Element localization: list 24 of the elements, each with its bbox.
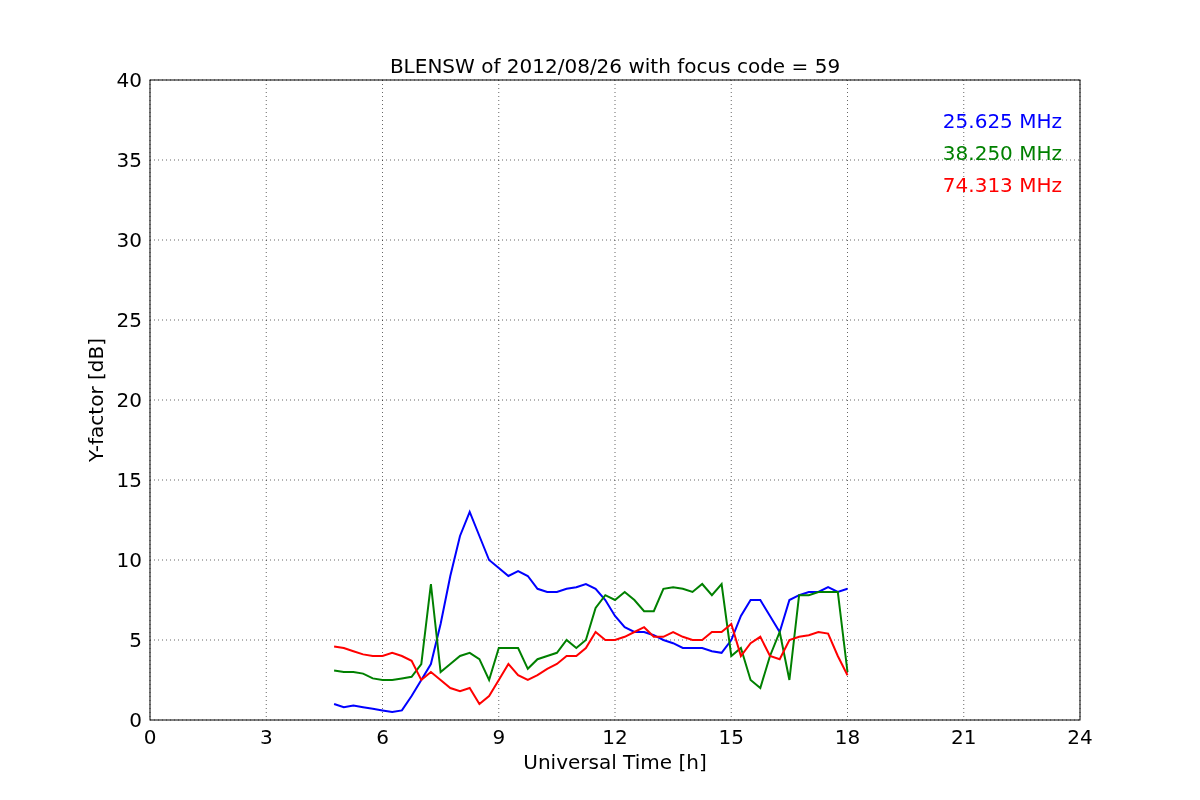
x-tick-label: 15: [718, 725, 744, 749]
legend-label: 25.625 MHz: [942, 109, 1062, 133]
y-tick-label: 5: [129, 628, 142, 652]
y-tick-label: 25: [116, 308, 142, 332]
x-tick-label: 24: [1067, 725, 1093, 749]
y-tick-label: 15: [116, 468, 142, 492]
x-axis-label: Universal Time [h]: [523, 750, 707, 774]
y-tick-label: 30: [116, 228, 142, 252]
x-tick-label: 12: [602, 725, 628, 749]
x-tick-label: 18: [834, 725, 861, 749]
x-tick-label: 21: [951, 725, 977, 749]
legend-label: 74.313 MHz: [942, 173, 1062, 197]
y-axis-label: Y-factor [dB]: [84, 338, 108, 462]
x-tick-label: 6: [376, 725, 389, 749]
x-tick-label: 0: [143, 725, 157, 749]
legend-label: 38.250 MHz: [942, 141, 1062, 165]
x-tick-label: 9: [492, 725, 506, 749]
y-tick-label: 40: [116, 68, 142, 92]
x-tick-label: 3: [259, 725, 273, 749]
y-tick-label: 0: [129, 708, 142, 732]
y-tick-label: 10: [116, 548, 142, 572]
y-tick-label: 20: [116, 388, 142, 412]
y-tick-label: 35: [116, 148, 142, 172]
chart-title: BLENSW of 2012/08/26 with focus code = 59: [389, 54, 841, 78]
